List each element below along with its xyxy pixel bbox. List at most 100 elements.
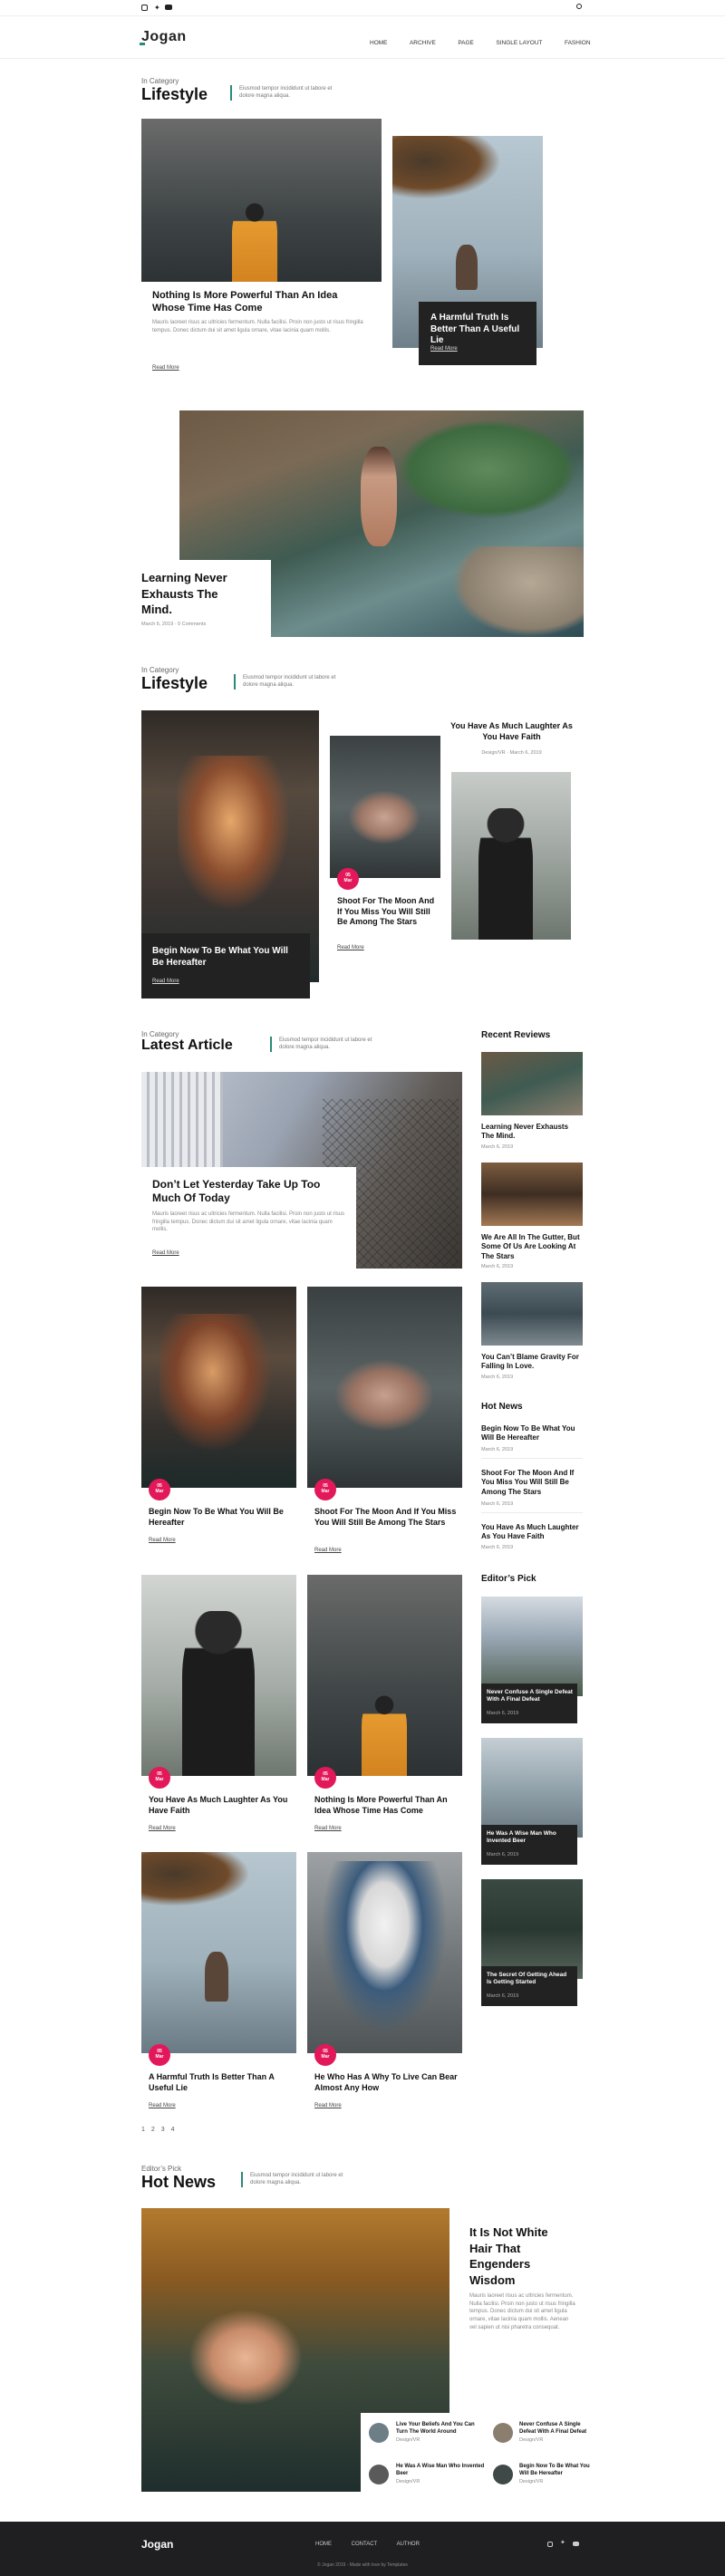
review-thumb[interactable] xyxy=(481,1052,583,1115)
card-title[interactable]: You Have As Much Laughter As You Have Fa… xyxy=(149,1795,294,1816)
editor-image[interactable] xyxy=(481,1879,583,1979)
page-2[interactable]: 2 xyxy=(151,2127,155,2133)
twitter-icon[interactable]: ✦ xyxy=(560,2539,566,2546)
review-title[interactable]: You Can’t Blame Gravity For Falling In L… xyxy=(481,1353,581,1372)
read-more-link[interactable]: Read More xyxy=(152,979,179,984)
card-title[interactable]: He Who Has A Why To Live Can Bear Almost… xyxy=(314,2072,459,2093)
footer-link-contact[interactable]: CONTACT xyxy=(352,2542,378,2547)
search-icon[interactable] xyxy=(576,4,582,9)
section-title: Lifestyle xyxy=(141,674,208,692)
hot-title[interactable]: You Have As Much Laughter As You Have Fa… xyxy=(481,1523,581,1542)
read-more-link[interactable]: Read More xyxy=(152,365,179,371)
review-thumb[interactable] xyxy=(481,1163,583,1226)
instagram-icon[interactable] xyxy=(547,2542,553,2547)
badge-month: Mar xyxy=(321,1488,330,1494)
hotnews-thumb[interactable] xyxy=(493,2423,513,2443)
card-image[interactable] xyxy=(141,1287,296,1488)
featured-title[interactable]: Don’t Let Yesterday Take Up Too Much Of … xyxy=(152,1178,334,1205)
card-image[interactable] xyxy=(307,1287,462,1488)
date-badge: 05 Mar xyxy=(314,1767,336,1789)
card-image[interactable] xyxy=(451,772,571,940)
hotnews-item-title[interactable]: He Was A Wise Man Who Invented Beer xyxy=(396,2464,487,2478)
card-title[interactable]: Shoot For The Moon And If You Miss You W… xyxy=(314,1507,459,1528)
review-title[interactable]: Learning Never Exhausts The Mind. xyxy=(481,1123,581,1142)
nav-page[interactable]: PAGE xyxy=(458,40,474,46)
nav-fashion[interactable]: FASHION xyxy=(565,40,591,46)
hotnews-item-title[interactable]: Live Your Beliefs And You Can Turn The W… xyxy=(396,2422,487,2436)
editor-title[interactable]: The Secret Of Getting Ahead Is Getting S… xyxy=(487,1972,573,1987)
hotnews-thumb[interactable] xyxy=(493,2465,513,2484)
instagram-icon[interactable] xyxy=(141,5,148,11)
hotnews-item-meta: Design/VR xyxy=(519,2437,544,2443)
editor-title[interactable]: Never Confuse A Single Defeat With A Fin… xyxy=(487,1689,573,1704)
twitter-icon[interactable]: ✦ xyxy=(154,4,160,12)
youtube-icon[interactable] xyxy=(165,5,172,10)
date-badge: 05 Mar xyxy=(337,868,359,890)
editor-title[interactable]: He Was A Wise Man Who Invented Beer xyxy=(487,1830,573,1846)
card-title[interactable]: Nothing Is More Powerful Than An Idea Wh… xyxy=(314,1795,459,1816)
read-more-link[interactable]: Read More xyxy=(149,1826,176,1831)
card-title[interactable]: Nothing Is More Powerful Than An Idea Wh… xyxy=(152,290,370,315)
youtube-icon[interactable] xyxy=(573,2542,579,2546)
hotnews-item-title[interactable]: Never Confuse A Single Defeat With A Fin… xyxy=(519,2422,596,2436)
read-more-link[interactable]: Read More xyxy=(314,1548,342,1553)
nav-single-layout[interactable]: SINGLE LAYOUT xyxy=(496,40,542,46)
card-title[interactable]: Begin Now To Be What You Will Be Hereaft… xyxy=(149,1507,294,1528)
footer-link-home[interactable]: HOME xyxy=(315,2542,332,2547)
card-image[interactable] xyxy=(141,1852,296,2053)
review-date: March 6, 2019 xyxy=(481,1264,514,1269)
card-title[interactable]: A Harmful Truth Is Better Than A Useful … xyxy=(430,313,530,347)
section-title: Latest Article xyxy=(141,1037,233,1053)
header: Jogan HOME ARCHIVE PAGE SINGLE LAYOUT FA… xyxy=(0,17,725,59)
badge-month: Mar xyxy=(343,877,353,883)
read-more-link[interactable]: Read More xyxy=(149,1538,176,1543)
footer-logo[interactable]: Jogan xyxy=(141,2538,173,2551)
nav-archive[interactable]: ARCHIVE xyxy=(410,40,436,46)
featured-excerpt: Mauris laoreet risus ac ultricies fermen… xyxy=(152,1211,345,1233)
read-more-link[interactable]: Read More xyxy=(430,346,458,352)
review-date: March 6, 2019 xyxy=(481,1144,514,1150)
page-1[interactable]: 1 xyxy=(141,2127,145,2133)
editor-image[interactable] xyxy=(481,1738,583,1838)
nav-home[interactable]: HOME xyxy=(370,40,388,46)
logo-accent xyxy=(140,43,145,45)
card-title[interactable]: You Have As Much Laughter As You Have Fa… xyxy=(450,721,573,742)
hot-title[interactable]: Begin Now To Be What You Will Be Hereaft… xyxy=(481,1424,581,1443)
hotnews-item-meta: Design/VR xyxy=(519,2479,544,2484)
date-badge: 05 Mar xyxy=(314,1479,336,1500)
editor-date: March 6, 2019 xyxy=(487,1711,519,1716)
read-more-link[interactable]: Read More xyxy=(149,2103,176,2108)
hotnews-main-text: Mauris laoreet risus ac ultricies fermen… xyxy=(469,2293,575,2330)
read-more-link[interactable]: Read More xyxy=(152,1250,179,1256)
hotnews-thumb[interactable] xyxy=(369,2465,389,2484)
date-badge: 05 Mar xyxy=(149,1479,170,1500)
sidebar-heading: Recent Reviews xyxy=(481,1030,551,1040)
hot-title[interactable]: Shoot For The Moon And If You Miss You W… xyxy=(481,1469,581,1497)
date-badge: 05 Mar xyxy=(149,2044,170,2066)
hotnews-thumb[interactable] xyxy=(369,2423,389,2443)
card-image[interactable] xyxy=(307,1575,462,1776)
review-title[interactable]: We Are All In The Gutter, But Some Of Us… xyxy=(481,1233,581,1261)
card-image[interactable] xyxy=(330,736,440,878)
page-3[interactable]: 3 xyxy=(161,2127,165,2133)
page-4[interactable]: 4 xyxy=(171,2127,175,2133)
card-title[interactable]: Shoot For The Moon And If You Miss You W… xyxy=(337,896,437,928)
section-desc: Eiusmod tempor incididunt ut labore et d… xyxy=(241,2172,350,2187)
hero-title[interactable]: Learning Never Exhausts The Mind. xyxy=(141,570,250,618)
hotnews-item-title[interactable]: Begin Now To Be What You Will Be Hereaft… xyxy=(519,2464,596,2478)
card-image[interactable] xyxy=(141,119,382,282)
hotnews-main-title[interactable]: It Is Not White Hair That Engenders Wisd… xyxy=(469,2224,569,2288)
footer-link-author[interactable]: AUTHOR xyxy=(397,2542,420,2547)
site-logo[interactable]: Jogan xyxy=(141,29,187,45)
editor-image[interactable] xyxy=(481,1597,583,1696)
read-more-link[interactable]: Read More xyxy=(314,2103,342,2108)
card-image[interactable] xyxy=(307,1852,462,2053)
card-title[interactable]: Begin Now To Be What You Will Be Hereaft… xyxy=(152,946,302,969)
read-more-link[interactable]: Read More xyxy=(314,1826,342,1831)
card-title[interactable]: A Harmful Truth Is Better Than A Useful … xyxy=(149,2072,294,2093)
editor-date: March 6, 2019 xyxy=(487,1993,519,1999)
review-thumb[interactable] xyxy=(481,1282,583,1346)
read-more-link[interactable]: Read More xyxy=(337,945,364,950)
card-image[interactable] xyxy=(141,1575,296,1776)
section-title: Lifestyle xyxy=(141,85,208,103)
